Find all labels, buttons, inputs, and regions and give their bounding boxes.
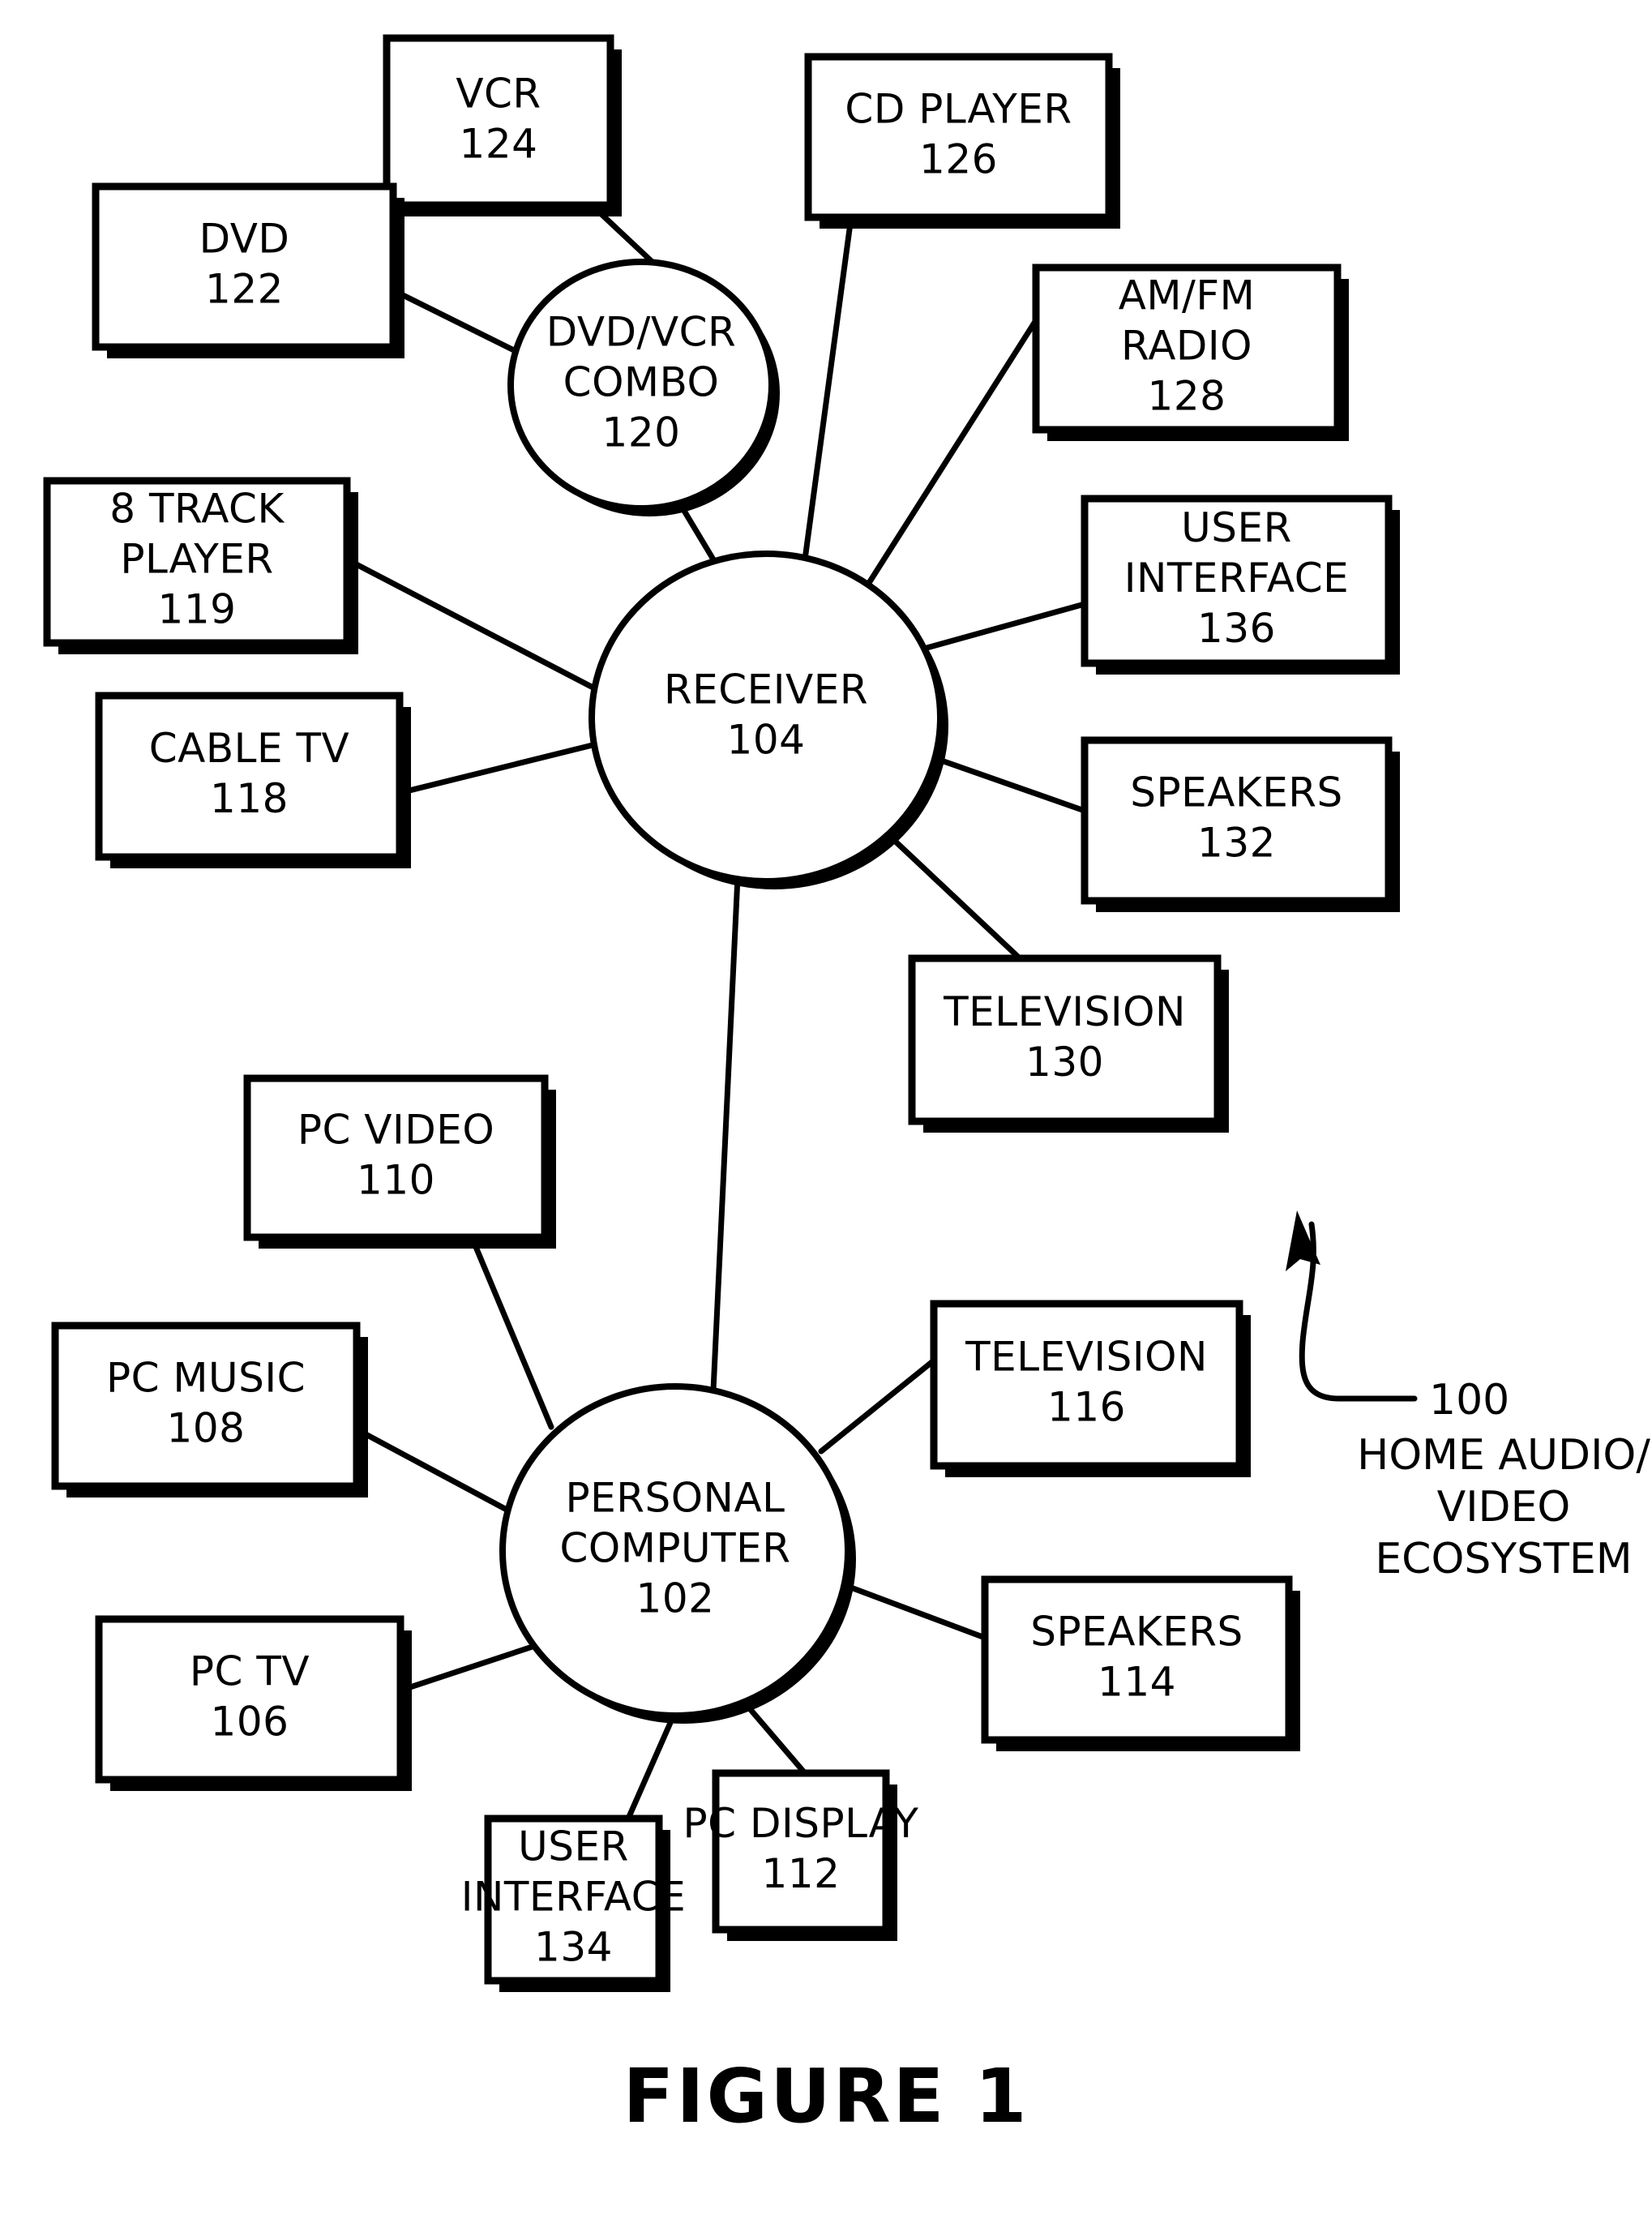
edge-cd_player-to-receiver <box>802 214 854 563</box>
node-reference-number: 119 <box>158 586 237 633</box>
callout-leader-line <box>1299 1221 1418 1402</box>
reference-callout: 100 HOME AUDIO/ VIDEO ECOSYSTEM <box>1286 1210 1650 1583</box>
node-cd_player[interactable]: CD PLAYER126 <box>804 53 1120 229</box>
node-reference-number: 134 <box>534 1924 613 1971</box>
node-reference-number: 128 <box>1148 373 1226 420</box>
node-pc_video[interactable]: PC VIDEO110 <box>243 1074 556 1249</box>
node-label-line-1: USER <box>1181 504 1292 551</box>
node-reference-number: 112 <box>762 1850 841 1897</box>
node-label-line-2: COMPUTER <box>559 1525 790 1572</box>
node-receiver[interactable]: RECEIVER104 <box>588 551 948 889</box>
edge-receiver-to-personal_computer <box>710 874 741 1394</box>
node-user_if_136[interactable]: USERINTERFACE136 <box>1081 495 1400 675</box>
node-reference-number: 108 <box>167 1405 246 1452</box>
node-reference-number: 102 <box>636 1575 715 1622</box>
node-vcr[interactable]: VCR124 <box>383 34 622 216</box>
node-label-line-1: PC TV <box>190 1648 310 1695</box>
edge-television_116-to-personal_computer <box>818 1357 937 1455</box>
edge-user_if_134-to-personal_computer <box>625 1714 676 1822</box>
node-label-line-1: PERSONAL <box>565 1475 785 1522</box>
node-label-line-1: CABLE TV <box>149 725 350 772</box>
node-user_if_134[interactable]: USERINTERFACE134 <box>461 1815 687 1992</box>
figure-caption: FIGURE 1 <box>623 2053 1029 2140</box>
node-reference-number: 118 <box>210 775 289 822</box>
node-label-line-2: INTERFACE <box>1124 555 1350 602</box>
edge-dvd-to-dvd_vcr <box>390 287 522 356</box>
node-label-line-1: RECEIVER <box>664 666 868 713</box>
callout-number: 100 <box>1429 1376 1509 1425</box>
node-label-line-1: SPEAKERS <box>1130 769 1343 816</box>
node-pc_tv[interactable]: PC TV106 <box>95 1615 412 1791</box>
node-amfm_radio[interactable]: AM/FMRADIO128 <box>1032 264 1349 441</box>
node-label-line-1: TELEVISION <box>965 1334 1208 1381</box>
node-dvd[interactable]: DVD122 <box>92 182 404 358</box>
node-label-line-1: CD PLAYER <box>845 86 1072 133</box>
node-label-line-1: AM/FM <box>1119 272 1256 319</box>
node-dvd_vcr[interactable]: DVD/VCRCOMBO120 <box>507 259 780 516</box>
diagram-nodes: VCR124 CD PLAYER126 DVD122 AM/FMRADIO128 DVD… <box>43 34 1400 1992</box>
node-track8[interactable]: 8 TRACKPLAYER119 <box>43 477 358 654</box>
node-reference-number: 136 <box>1197 605 1276 652</box>
node-label-line-2: INTERFACE <box>461 1874 687 1921</box>
patent-figure-page: VCR 124 CD PLAYER 126 DVD 122 AM/FM RADIO 128 DVD… <box>0 0 1652 2228</box>
edge-user_if_136-to-receiver <box>906 601 1088 656</box>
node-label-line-2: COMBO <box>563 359 720 406</box>
node-reference-number: 124 <box>460 121 538 168</box>
home-av-ecosystem-diagram: VCR124 CD PLAYER126 DVD122 AM/FMRADIO128 DVD… <box>43 34 1650 2140</box>
node-label-line-1: PC MUSIC <box>106 1355 306 1402</box>
node-cable_tv[interactable]: CABLE TV118 <box>95 692 411 868</box>
node-label-line-1: PC DISPLAY <box>683 1800 919 1847</box>
callout-line-3: ECOSYSTEM <box>1375 1535 1632 1583</box>
callout-line-1: HOME AUDIO/ <box>1357 1431 1650 1480</box>
node-pc_display[interactable]: PC DISPLAY112 <box>683 1769 919 1941</box>
node-reference-number: 110 <box>357 1157 435 1204</box>
edge-amfm_radio-to-receiver <box>860 317 1039 595</box>
node-reference-number: 104 <box>727 717 806 764</box>
node-label-line-1: DVD <box>199 216 290 263</box>
edge-cable_tv-to-receiver <box>396 741 599 796</box>
node-television_116[interactable]: TELEVISION116 <box>930 1300 1251 1477</box>
node-pc_music[interactable]: PC MUSIC108 <box>51 1322 368 1497</box>
node-label-line-1: USER <box>518 1823 629 1870</box>
node-reference-number: 132 <box>1197 820 1276 867</box>
node-label-line-1: 8 TRACK <box>109 486 285 533</box>
node-reference-number: 106 <box>211 1699 289 1746</box>
node-label-line-1: DVD/VCR <box>546 309 737 356</box>
edge-pc_video-to-personal_computer <box>469 1234 554 1430</box>
node-label-line-2: RADIO <box>1121 323 1252 370</box>
node-label-line-1: SPEAKERS <box>1030 1609 1243 1656</box>
node-reference-number: 122 <box>205 266 284 313</box>
node-television_130[interactable]: TELEVISION130 <box>908 954 1229 1133</box>
node-speakers_132[interactable]: SPEAKERS132 <box>1081 736 1400 912</box>
node-label-line-1: TELEVISION <box>943 988 1186 1035</box>
callout-line-2: VIDEO <box>1437 1483 1571 1532</box>
node-label-line-2: PLAYER <box>120 536 273 583</box>
node-label-line-1: VCR <box>456 71 541 118</box>
node-label-line-1: PC VIDEO <box>297 1107 494 1154</box>
node-reference-number: 114 <box>1098 1659 1176 1706</box>
node-reference-number: 116 <box>1047 1384 1126 1431</box>
node-reference-number: 126 <box>919 136 998 183</box>
node-reference-number: 130 <box>1025 1039 1104 1086</box>
node-personal_computer[interactable]: PERSONALCOMPUTER102 <box>499 1383 856 1724</box>
edge-pc_music-to-personal_computer <box>353 1426 510 1513</box>
node-reference-number: 120 <box>602 409 681 456</box>
edge-track8-to-receiver <box>344 556 607 696</box>
node-speakers_114[interactable]: SPEAKERS114 <box>981 1575 1300 1751</box>
